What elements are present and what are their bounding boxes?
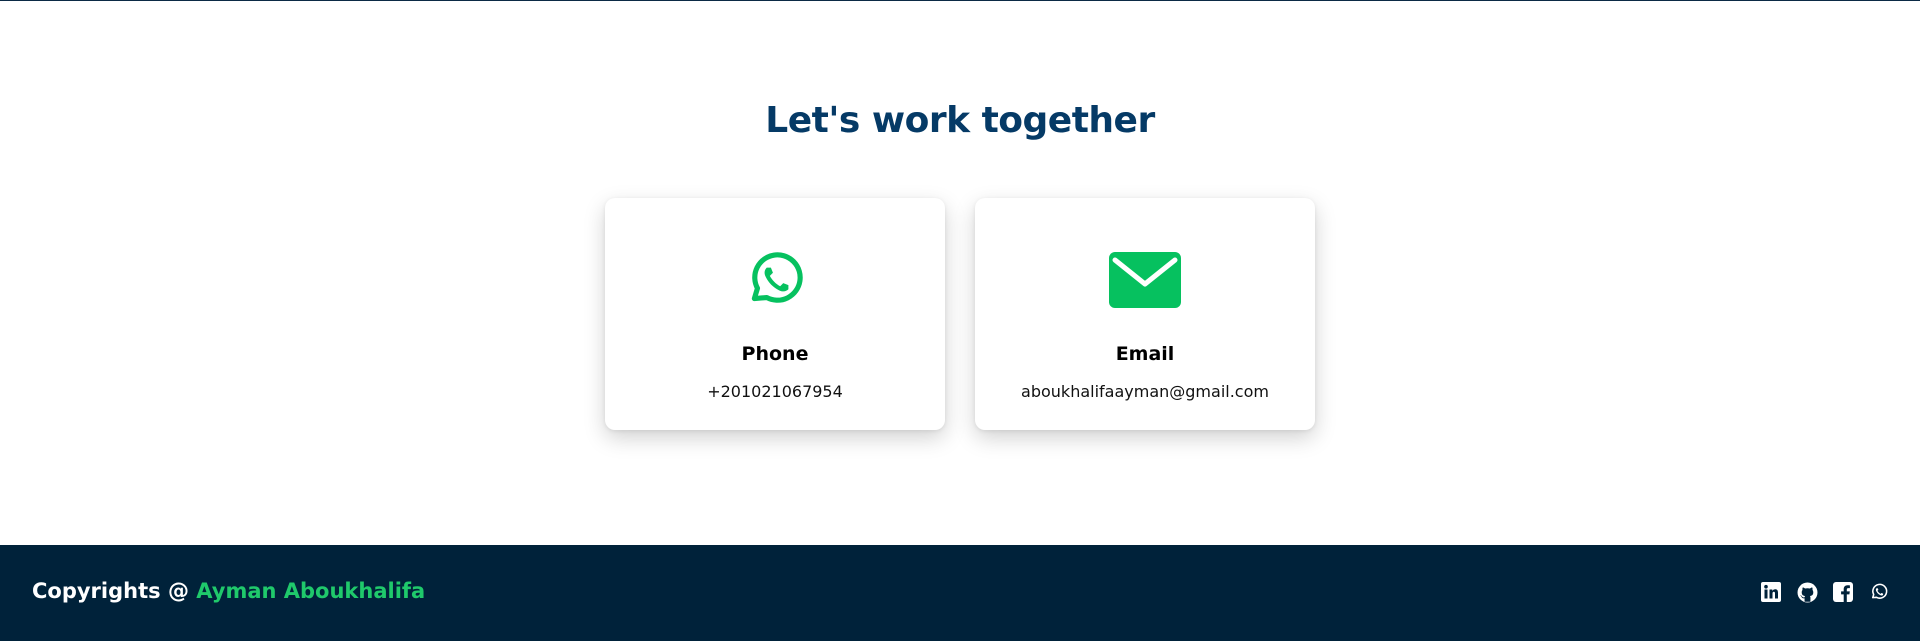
phone-title: Phone: [741, 343, 809, 365]
envelope-icon: [975, 243, 1315, 317]
author-name[interactable]: Ayman Aboukhalifa: [196, 579, 425, 603]
phone-card[interactable]: Phone +201021067954: [605, 198, 945, 430]
section-heading: Let's work together: [765, 100, 1155, 141]
linkedin-icon[interactable]: [1760, 581, 1782, 603]
copyright-text: Copyrights @ Ayman Aboukhalifa: [32, 579, 425, 603]
phone-number[interactable]: +201021067954: [605, 382, 945, 401]
footer: Copyrights @ Ayman Aboukhalifa: [0, 545, 1920, 641]
facebook-icon[interactable]: [1832, 581, 1854, 603]
email-title: Email: [1115, 343, 1175, 365]
whatsapp-icon[interactable]: [1868, 581, 1890, 603]
contact-page: Let's work together Phone +201021067954 …: [0, 0, 1920, 641]
top-divider: [0, 0, 1920, 1]
email-address[interactable]: aboukhalifaayman@gmail.com: [975, 382, 1315, 401]
github-icon[interactable]: [1796, 581, 1818, 603]
email-card[interactable]: Email aboukhalifaayman@gmail.com: [975, 198, 1315, 430]
whatsapp-icon: [605, 243, 945, 317]
copyright-prefix: Copyrights @: [32, 579, 189, 603]
social-links: [1760, 581, 1890, 603]
